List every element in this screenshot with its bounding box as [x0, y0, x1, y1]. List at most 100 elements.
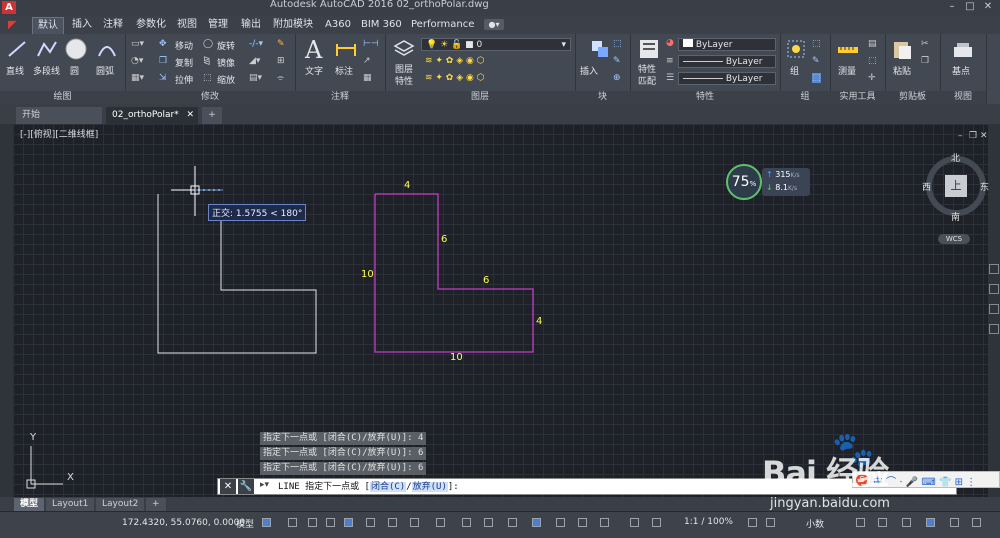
app-logo-icon[interactable]: A: [2, 1, 16, 14]
minimize-icon[interactable]: –: [944, 1, 960, 13]
line-button[interactable]: 直线: [6, 64, 24, 77]
tab-output[interactable]: 输出: [236, 17, 266, 33]
viewport-controls[interactable]: [-][俯视][二维线框]: [20, 127, 98, 140]
trim-icon[interactable]: ▭▾: [131, 39, 144, 49]
table-icon[interactable]: ▦: [363, 73, 372, 83]
selection-filter-icon[interactable]: [578, 518, 587, 527]
ungroup-icon[interactable]: ⬚: [812, 39, 821, 49]
attribute-icon[interactable]: ⊕: [613, 73, 621, 83]
3d-osnap-icon[interactable]: [532, 518, 541, 527]
group-icon[interactable]: [785, 38, 807, 60]
block-group-label[interactable]: 块: [575, 91, 630, 104]
nav-zoom-icon[interactable]: [989, 284, 999, 294]
cut-icon[interactable]: ✂: [921, 39, 929, 49]
explode-icon[interactable]: ◢▾: [249, 56, 260, 66]
paste-icon[interactable]: [891, 38, 913, 60]
compass-north[interactable]: 北: [951, 151, 960, 164]
measure-icon[interactable]: [836, 38, 860, 60]
create-block-icon[interactable]: ⬚: [613, 39, 622, 49]
tab-view[interactable]: 视图: [172, 17, 202, 33]
tab-start[interactable]: 开始: [16, 107, 102, 124]
tab-addins[interactable]: 附加模块: [268, 17, 318, 33]
utilities-group-label[interactable]: 实用工具: [830, 91, 885, 104]
infer-icon[interactable]: [308, 518, 317, 527]
auto-scale-icon[interactable]: [652, 518, 661, 527]
nav-pan-icon[interactable]: [989, 264, 999, 274]
tab-parametric[interactable]: 参数化: [131, 17, 171, 33]
viewcube[interactable]: 上 北 南 西 东 WCS: [920, 150, 989, 246]
polyline-button[interactable]: 多段线: [33, 64, 60, 77]
tab-a360[interactable]: A360: [320, 17, 356, 33]
id-point-icon[interactable]: ✛: [868, 73, 876, 83]
layers-group-label[interactable]: 图层: [385, 91, 575, 104]
ribbon-options-icon[interactable]: ●▾: [484, 19, 504, 30]
erase-icon[interactable]: -/-▾: [249, 39, 263, 49]
close-cmd-icon[interactable]: ✕: [220, 479, 236, 494]
isodraft-icon[interactable]: [388, 518, 397, 527]
gizmo-icon[interactable]: [600, 518, 609, 527]
isolate-objects-icon[interactable]: [902, 518, 911, 527]
dynamic-ucs-icon[interactable]: [556, 518, 565, 527]
units-display[interactable]: 小数: [806, 517, 824, 530]
tab-manage[interactable]: 管理: [203, 17, 233, 33]
text-button[interactable]: 文字: [305, 64, 323, 77]
ortho-icon[interactable]: [344, 518, 353, 527]
dimension-button[interactable]: 标注: [335, 64, 353, 77]
quick-properties-icon[interactable]: [856, 518, 865, 527]
measure-button[interactable]: 测量: [838, 64, 856, 77]
compass-south[interactable]: 南: [951, 210, 960, 223]
new-tab-button[interactable]: +: [202, 107, 222, 124]
polar-icon[interactable]: [366, 518, 375, 527]
tab-layout1[interactable]: Layout1: [46, 498, 95, 511]
modify-group-label[interactable]: 修改: [125, 91, 295, 104]
layer-tools-row2-icon[interactable]: ≋ ✦ ✿ ◈ ◉ ⬡: [425, 73, 485, 83]
edit-block-icon[interactable]: ✎: [613, 56, 621, 66]
linetype-icon[interactable]: ≡: [666, 56, 674, 66]
annotation-scale[interactable]: 1:1 / 100%: [684, 517, 733, 527]
pen-icon[interactable]: ✎: [277, 39, 285, 49]
properties-group-label[interactable]: 特性: [630, 91, 780, 104]
model-space-toggle[interactable]: 模型: [236, 517, 254, 530]
compass-east[interactable]: 东: [980, 180, 989, 193]
group-button[interactable]: 组: [790, 64, 799, 77]
annotation-group-label[interactable]: 注释: [295, 91, 385, 104]
group-edit-icon[interactable]: ✎: [812, 56, 820, 66]
tab-annotate[interactable]: 注释: [98, 17, 128, 33]
nav-showmotion-icon[interactable]: [989, 324, 999, 334]
dimension-icon[interactable]: [335, 38, 357, 60]
circle-button[interactable]: 圆: [70, 64, 79, 77]
layer-dropdown[interactable]: 💡 ☀ 🔓 ■ 0 ▾: [421, 38, 571, 51]
copy-clip-icon[interactable]: ❐: [921, 56, 929, 66]
viewport-restore-icon[interactable]: –: [958, 131, 963, 141]
match-properties-button[interactable]: 匹配: [638, 74, 656, 87]
customization-icon[interactable]: [972, 518, 981, 527]
text-icon[interactable]: A: [305, 36, 322, 64]
stretch-button[interactable]: 拉伸: [175, 73, 193, 86]
viewport-close-icon[interactable]: ✕: [980, 131, 988, 141]
tab-bim360[interactable]: BIM 360: [356, 17, 407, 33]
view-group-label[interactable]: 视图: [940, 91, 986, 104]
osnap-tracking-icon[interactable]: [410, 518, 419, 527]
lineweight-dropdown[interactable]: ByLayer: [678, 72, 776, 85]
rotate-button[interactable]: 旋转: [217, 39, 235, 52]
array-icon[interactable]: ▦▾: [131, 73, 144, 83]
dynamic-input-icon[interactable]: [326, 518, 335, 527]
lineweight-toggle-icon[interactable]: [462, 518, 471, 527]
option-close[interactable]: 闭合(C): [369, 482, 407, 492]
join-icon[interactable]: ⊞: [277, 56, 285, 66]
color-dropdown[interactable]: ByLayer: [678, 38, 776, 51]
osnap-icon[interactable]: [436, 518, 445, 527]
close-tab-icon[interactable]: ✕: [186, 107, 194, 124]
insert-block-icon[interactable]: [589, 38, 611, 60]
tab-performance[interactable]: Performance: [406, 17, 479, 33]
hardware-accel-icon[interactable]: [926, 518, 935, 527]
calculator-icon[interactable]: ▤: [868, 39, 877, 49]
lock-ui-icon[interactable]: [878, 518, 887, 527]
clean-screen-icon[interactable]: [950, 518, 959, 527]
new-layout-button[interactable]: +: [146, 498, 166, 511]
group-select-icon[interactable]: ⬚: [812, 73, 821, 83]
mirror-button[interactable]: 镜像: [217, 56, 235, 69]
groups-group-label[interactable]: 组: [780, 91, 830, 104]
color-wheel-icon[interactable]: ◕: [666, 38, 674, 48]
snap-icon[interactable]: [288, 518, 297, 527]
